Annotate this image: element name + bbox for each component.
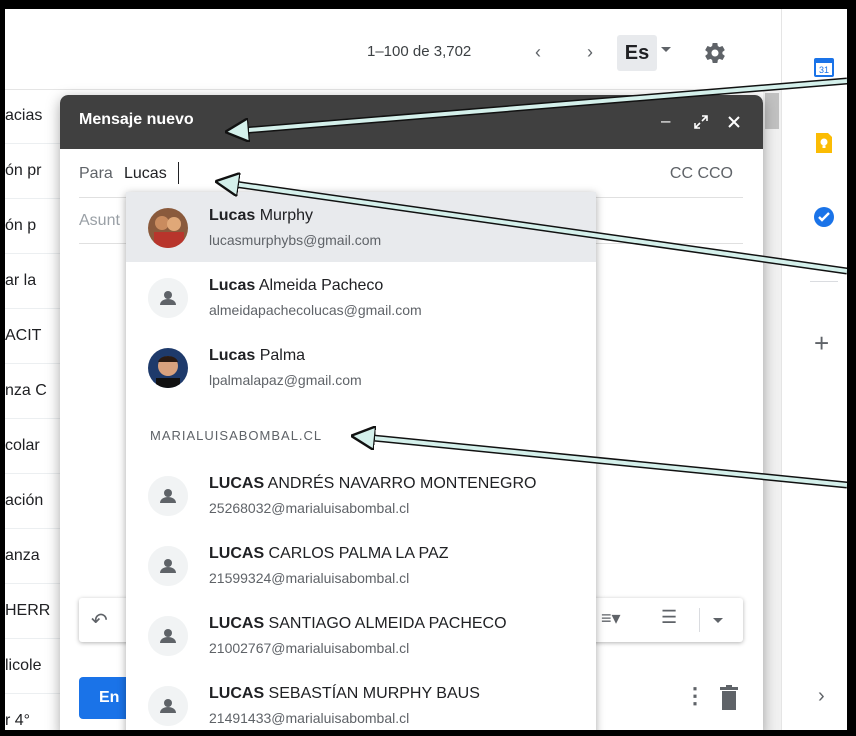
contact-email: 21002767@marialuisabombal.cl — [209, 640, 410, 656]
chevron-left-icon[interactable]: ‹ — [525, 39, 551, 65]
compose-title: Mensaje nuevo — [79, 111, 194, 128]
contact-email: lpalmalapaz@gmail.com — [209, 372, 362, 388]
avatar — [148, 208, 188, 248]
text-cursor — [178, 162, 179, 184]
chevron-right-icon[interactable]: › — [818, 685, 825, 708]
trash-icon[interactable] — [718, 685, 740, 711]
to-label: Para — [79, 165, 113, 182]
list-item[interactable]: r 4° — [5, 694, 63, 730]
close-icon[interactable] — [727, 115, 741, 129]
contact-suggestion[interactable]: LUCAS ANDRÉS NAVARRO MONTENEGRO 25268032… — [126, 460, 596, 530]
contact-name: LUCAS CARLOS PALMA LA PAZ — [209, 545, 449, 562]
add-icon[interactable]: + — [814, 330, 829, 356]
person-icon — [148, 476, 188, 516]
contact-email: lucasmurphybs@gmail.com — [209, 232, 382, 248]
expand-icon[interactable] — [693, 114, 709, 130]
to-input[interactable]: Lucas — [124, 165, 167, 183]
contact-name: Lucas Palma — [209, 347, 306, 364]
list-item[interactable]: ón p — [5, 199, 63, 254]
input-tools-button[interactable]: Es — [617, 31, 677, 75]
list-item[interactable]: ACIT — [5, 309, 63, 364]
person-icon — [148, 278, 188, 318]
subject-placeholder: Asunt — [79, 212, 120, 229]
numbered-list-icon[interactable]: ☰ — [661, 607, 677, 628]
pager-text: 1–100 de 3,702 — [367, 43, 472, 60]
contact-name: LUCAS ANDRÉS NAVARRO MONTENEGRO — [209, 475, 537, 492]
contact-suggestion[interactable]: LUCAS SEBASTÍAN MURPHY BAUS 21491433@mar… — [126, 670, 596, 730]
language-label: Es — [617, 35, 657, 71]
list-item[interactable]: HERR — [5, 584, 63, 639]
cc-bcc-links[interactable]: CC CCO — [670, 165, 733, 183]
list-item[interactable]: nza C — [5, 364, 63, 419]
section-header: MARIALUISABOMBAL.CL — [150, 428, 323, 443]
tasks-icon[interactable] — [812, 205, 836, 229]
contact-name: LUCAS SEBASTÍAN MURPHY BAUS — [209, 685, 480, 702]
gear-icon[interactable] — [703, 41, 727, 65]
contact-email: 21599324@marialuisabombal.cl — [209, 570, 410, 586]
list-item[interactable]: anza — [5, 529, 63, 584]
contact-name: Lucas Murphy — [209, 207, 314, 224]
undo-icon[interactable]: ↶ — [91, 608, 108, 633]
gmail-window: acias ón pr ón p ar la ACIT nza C colar … — [5, 9, 847, 730]
to-field[interactable]: Para Lucas CC CCO — [79, 151, 743, 198]
avatar — [148, 348, 188, 388]
scrollbar-track[interactable] — [763, 89, 781, 730]
calendar-icon[interactable]: 31 — [812, 55, 836, 79]
more-formatting-icon[interactable] — [713, 618, 723, 623]
more-options-icon[interactable]: ⋮ — [684, 683, 706, 709]
person-icon — [148, 616, 188, 656]
side-panel: 31 + › — [781, 9, 847, 730]
contact-email: 21491433@marialuisabombal.cl — [209, 710, 410, 726]
minimize-icon[interactable]: ‒ — [661, 111, 670, 131]
contact-name: Lucas Almeida Pacheco — [209, 277, 384, 294]
caret-down-icon — [661, 47, 671, 52]
contact-suggestion[interactable]: Lucas Murphy lucasmurphybs@gmail.com — [126, 192, 596, 262]
list-item[interactable]: ón pr — [5, 144, 63, 199]
list-item[interactable]: ación — [5, 474, 63, 529]
calendar-day: 31 — [819, 65, 829, 75]
person-icon — [148, 686, 188, 726]
toolbar: 1–100 de 3,702 ‹ › Es — [5, 9, 770, 90]
contact-suggestion[interactable]: Lucas Palma lpalmalapaz@gmail.com — [126, 332, 596, 402]
contact-suggestion[interactable]: LUCAS SANTIAGO ALMEIDA PACHECO 21002767@… — [126, 600, 596, 670]
chevron-right-icon[interactable]: › — [577, 39, 603, 65]
contact-suggestion[interactable]: Lucas Almeida Pacheco almeidapachecoluca… — [126, 262, 596, 332]
compose-header[interactable]: Mensaje nuevo ‒ — [60, 95, 763, 149]
autocomplete-dropdown: Lucas Murphy lucasmurphybs@gmail.com Luc… — [126, 192, 596, 730]
divider — [699, 608, 700, 632]
person-icon — [148, 546, 188, 586]
list-item[interactable]: ar la — [5, 254, 63, 309]
align-icon[interactable]: ≡▾ — [601, 608, 621, 629]
list-item[interactable]: acias — [5, 89, 63, 144]
contact-suggestion[interactable]: LUCAS CARLOS PALMA LA PAZ 21599324@maria… — [126, 530, 596, 600]
contact-email: 25268032@marialuisabombal.cl — [209, 500, 410, 516]
screenshot-frame: acias ón pr ón p ar la ACIT nza C colar … — [0, 0, 856, 736]
divider — [810, 281, 838, 282]
contact-name: LUCAS SANTIAGO ALMEIDA PACHECO — [209, 615, 507, 632]
contact-email: almeidapachecolucas@gmail.com — [209, 302, 422, 318]
keep-icon[interactable] — [812, 131, 836, 155]
list-item[interactable]: licole — [5, 639, 63, 694]
list-item[interactable]: colar — [5, 419, 63, 474]
scrollbar-thumb[interactable] — [765, 93, 779, 129]
